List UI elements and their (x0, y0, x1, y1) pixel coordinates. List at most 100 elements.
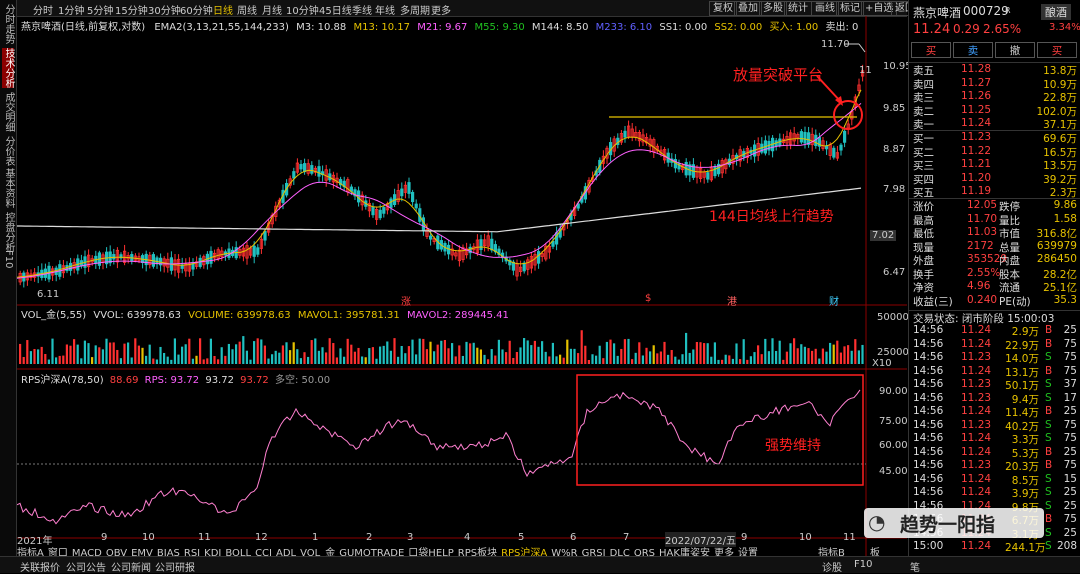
buy-button-2[interactable]: 买 (1037, 42, 1077, 58)
period-monthly[interactable]: 月线 (262, 2, 282, 17)
volume-bar (796, 348, 799, 364)
period-15min[interactable]: 15分钟 (115, 2, 148, 17)
volume-bar (181, 346, 184, 364)
period-fenshi[interactable]: 分时 (33, 2, 53, 17)
period-more[interactable]: 更多 (431, 2, 451, 17)
tick-row: 14:56 11.24 3.9万 S 25 (909, 486, 1080, 500)
bid-row: 买三 11.21 13.5万 (909, 158, 1080, 172)
ask-price: 11.24 (961, 117, 992, 129)
stat-value: 11.03 (967, 226, 998, 238)
volume-bar (163, 352, 166, 364)
multi-stock-button[interactable]: 多股 (759, 1, 787, 16)
tick-price: 11.24 (961, 405, 992, 417)
volume-bar (609, 339, 612, 364)
volume-bar (411, 339, 414, 364)
board-tab[interactable]: 板 (870, 544, 880, 559)
period-multi[interactable]: 多周期 (400, 2, 430, 17)
quote-stats: 涨价 12.05 跌停 9.86 最高 11.70 量比 1.58 最低 11.03… (909, 198, 1080, 308)
chart-area[interactable]: 燕京啤酒(日线,前复权,对数) EMA2(3,13,21,55,144,233)… (17, 16, 912, 556)
price-tick-current: 7.02 (870, 230, 897, 241)
bid-price: 11.23 (961, 131, 992, 143)
period-quarter[interactable]: 季线 (352, 2, 372, 17)
period-45day[interactable]: 45日线 (319, 2, 352, 17)
period-10min[interactable]: 10分钟 (286, 2, 319, 17)
candle-body (414, 203, 418, 209)
volume-bar (94, 345, 97, 364)
tick-count: 75 (1063, 337, 1077, 350)
tab-f10[interactable]: F10 (2, 250, 14, 268)
overlay-button[interactable]: 叠加 (734, 1, 762, 16)
stock-title: 燕京啤酒(日线,前复权,对数) (21, 22, 146, 33)
vol-name: VOL_金(5,55) (21, 310, 87, 321)
candle-body (371, 206, 375, 216)
candle-body (803, 131, 807, 144)
volume-bar (422, 338, 425, 364)
volume-bar (289, 350, 292, 364)
volume-bar (335, 357, 338, 364)
volume-bar (847, 345, 850, 364)
x-tick: 3 (407, 532, 414, 543)
volume-bar (328, 338, 331, 364)
rps-line (17, 389, 861, 525)
volume-bar (55, 357, 58, 364)
volume-bar (778, 340, 781, 364)
bid-row: 买一 11.23 69.6万 (909, 131, 1080, 145)
quote-price-row: 11.24 0.29 2.65% 3.34% (909, 22, 1080, 38)
ask-row: 卖二 11.25 102.0万 (909, 104, 1080, 118)
volume-bar (652, 345, 655, 364)
volume-bar (663, 341, 666, 364)
volume-bar (839, 352, 842, 364)
volume-bar (105, 338, 108, 364)
buy-button[interactable]: 买 (911, 42, 951, 58)
tick-count: 75 (1063, 364, 1077, 377)
volume-bar (281, 345, 284, 364)
tab-intraday[interactable]: 分时走势 (2, 4, 14, 44)
statistics-button[interactable]: 统计 (784, 1, 812, 16)
sector-badge[interactable]: 酿酒 (1041, 4, 1071, 20)
tick-price: 11.23 (961, 459, 992, 471)
tab-fundamentals[interactable]: 基本资料 (2, 168, 14, 208)
tab-price-table[interactable]: 分价表 (2, 136, 14, 166)
volume-bar (785, 351, 788, 364)
tick-time: 14:56 (913, 459, 944, 471)
tab-technical[interactable]: 技术分析 (2, 48, 14, 88)
draw-line-button[interactable]: 画线 (811, 1, 839, 16)
volume-bar (854, 339, 857, 364)
volume-bar (112, 342, 115, 364)
period-5min[interactable]: 5分钟 (87, 2, 113, 17)
marker-cai: 财 (829, 297, 839, 308)
volume-bar (760, 354, 763, 364)
restore-right-button[interactable]: 复权 (709, 1, 737, 16)
period-year[interactable]: 年线 (375, 2, 395, 17)
tick-row: 14:56 11.24 8.5万 S 15 (909, 473, 1080, 487)
volume-bar (278, 352, 281, 364)
volume-bar (573, 348, 576, 364)
period-daily[interactable]: 日线 (213, 2, 233, 17)
period-60min[interactable]: 60分钟 (180, 2, 213, 17)
volume-bar (613, 343, 616, 364)
sell-button[interactable]: 卖 (953, 42, 993, 58)
volume-bar (753, 352, 756, 364)
volume-bar (242, 336, 245, 364)
period-weekly[interactable]: 周线 (237, 2, 257, 17)
rps-value: RPS: 93.72 (144, 375, 200, 386)
period-30min[interactable]: 30分钟 (148, 2, 181, 17)
tick-time: 14:56 (913, 418, 944, 431)
tab-control[interactable]: 控盘分析 (2, 212, 14, 252)
volume-bar (551, 342, 554, 364)
tick-direction: B (1045, 459, 1053, 471)
volume-bar (256, 338, 259, 364)
f10-button[interactable]: F10 (854, 559, 872, 570)
volume-bar (641, 355, 644, 364)
mark-button[interactable]: 标记 (836, 1, 864, 16)
cancel-button[interactable]: 撤 (995, 42, 1035, 58)
volume-bar (757, 345, 760, 364)
tick-count: 17 (1063, 391, 1077, 404)
x-tick: 5 (518, 532, 525, 543)
vol-tick: 25000 (877, 347, 909, 358)
indicator-b-tab[interactable]: 指标B (818, 544, 845, 559)
tab-trade-detail[interactable]: 成交明细 (2, 92, 14, 132)
volume-bar (742, 339, 745, 364)
period-1min[interactable]: 1分钟 (58, 2, 84, 17)
volume-bar (263, 345, 266, 364)
